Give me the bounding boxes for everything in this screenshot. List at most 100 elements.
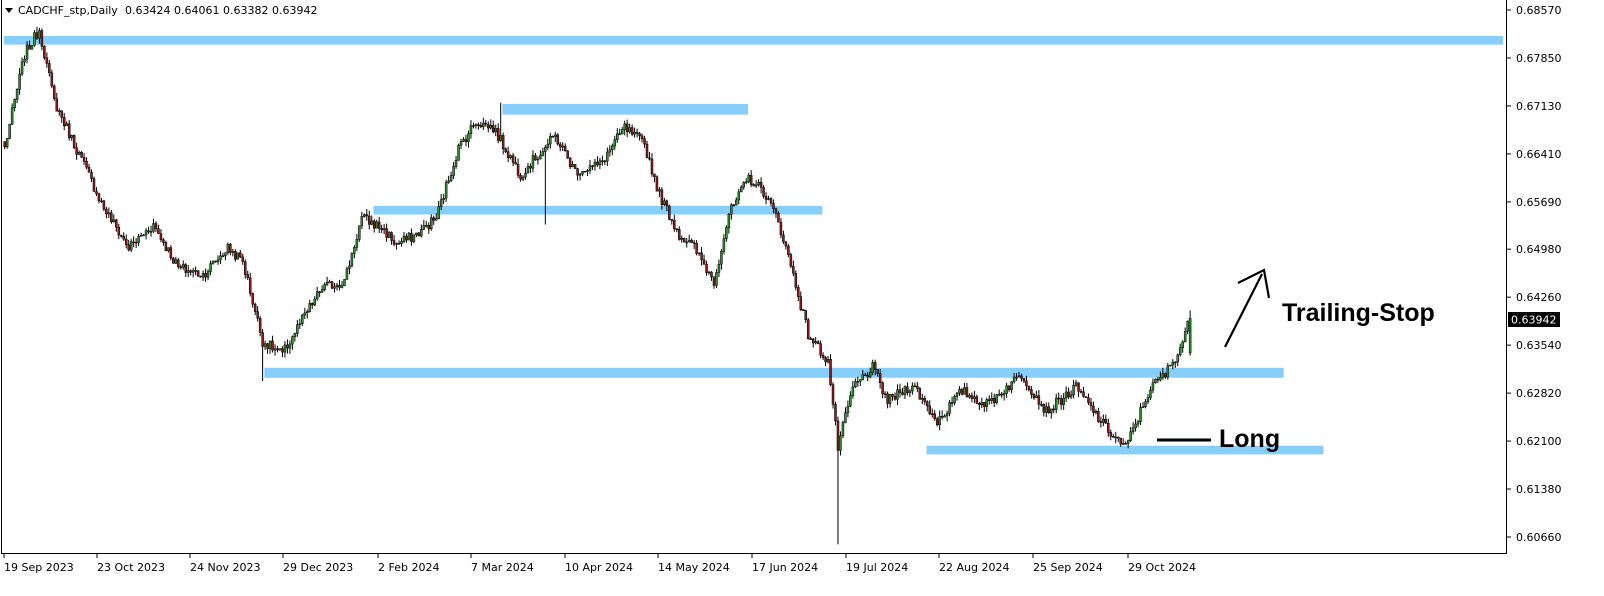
candle: [372, 219, 376, 233]
candle: [430, 214, 433, 231]
candle: [1092, 401, 1095, 417]
candle: [1144, 399, 1147, 409]
candle: [697, 252, 701, 256]
candle: [611, 143, 614, 156]
candle: [640, 133, 644, 143]
candle: [598, 157, 602, 170]
candle: [514, 156, 517, 165]
candle: [390, 231, 393, 245]
price-tick-label: 0.67130: [1516, 100, 1562, 113]
candle: [164, 240, 168, 252]
candle: [573, 164, 577, 170]
candle: [58, 108, 61, 116]
candle: [943, 414, 946, 418]
candle: [504, 147, 507, 154]
candle: [365, 209, 369, 221]
long-label: Long: [1219, 425, 1280, 453]
candle: [496, 123, 500, 144]
candle: [499, 102, 502, 142]
dropdown-triangle-icon[interactable]: [5, 8, 13, 13]
candle: [628, 123, 631, 134]
candle: [633, 127, 636, 138]
candle: [395, 242, 398, 250]
candle: [534, 152, 537, 161]
candle: [916, 381, 919, 393]
candle: [492, 120, 495, 134]
candle: [601, 155, 604, 166]
candle: [124, 234, 128, 249]
candle: [315, 286, 319, 301]
candle: [117, 223, 121, 240]
candle: [132, 236, 135, 247]
candle: [700, 246, 703, 266]
price-tick-label: 0.67850: [1516, 52, 1562, 65]
candle: [1129, 426, 1132, 443]
candle: [392, 235, 396, 247]
candle: [859, 379, 862, 387]
candle: [271, 335, 274, 353]
candle: [291, 335, 294, 350]
candle: [194, 266, 197, 276]
candle: [918, 387, 922, 400]
price-tick-label: 0.62820: [1516, 387, 1562, 400]
candle: [973, 391, 976, 404]
candle: [747, 172, 750, 184]
candle: [1089, 397, 1093, 411]
candle: [457, 143, 460, 161]
candle: [405, 233, 408, 243]
symbol-label: CADCHF_stp,Daily: [18, 4, 118, 17]
candle: [1047, 402, 1051, 414]
candle: [558, 141, 562, 152]
candle: [301, 313, 304, 327]
candle: [174, 256, 178, 264]
candle: [1069, 390, 1073, 399]
candle: [926, 400, 929, 412]
candle: [725, 225, 728, 242]
candle: [1097, 407, 1100, 423]
candle: [380, 224, 383, 233]
candle: [306, 309, 309, 319]
candle: [1087, 393, 1090, 405]
candle: [752, 183, 755, 187]
candle: [172, 257, 175, 264]
candle: [921, 393, 924, 405]
candle: [735, 197, 738, 206]
candle: [273, 344, 277, 356]
candle: [251, 292, 254, 308]
candle: [749, 170, 753, 188]
candle: [730, 203, 733, 220]
candle: [797, 284, 800, 302]
candle: [320, 285, 324, 293]
time-tick-label: 2 Feb 2024: [378, 561, 439, 574]
price-chart[interactable]: 0.68570 0.67850 0.67130 0.66410 0.65690 0.649…: [0, 0, 1604, 592]
candle: [923, 395, 927, 405]
candle: [296, 319, 299, 337]
candle: [303, 307, 307, 319]
candle: [253, 302, 257, 316]
candle: [1121, 438, 1125, 445]
candle: [695, 240, 698, 256]
candle: [849, 391, 852, 408]
candle: [784, 240, 788, 250]
price-tick-label: 0.62100: [1516, 435, 1562, 448]
candle: [35, 26, 39, 40]
candle: [563, 143, 567, 152]
candle: [759, 177, 763, 194]
candle: [953, 394, 956, 406]
ohlc-values: 0.63424 0.64061 0.63382 0.63942: [125, 4, 317, 17]
candle: [955, 392, 959, 401]
candle: [219, 250, 222, 264]
candle: [883, 391, 887, 399]
candle: [539, 150, 542, 160]
candle: [965, 382, 969, 398]
candle: [437, 200, 440, 220]
candle: [1032, 393, 1036, 400]
candle: [157, 224, 160, 234]
candle: [18, 68, 21, 95]
candle: [107, 207, 111, 219]
candle: [1007, 385, 1011, 392]
candle: [908, 389, 912, 397]
time-tick-label: 10 Apr 2024: [565, 561, 633, 574]
candle: [258, 316, 262, 337]
candle: [940, 410, 944, 420]
